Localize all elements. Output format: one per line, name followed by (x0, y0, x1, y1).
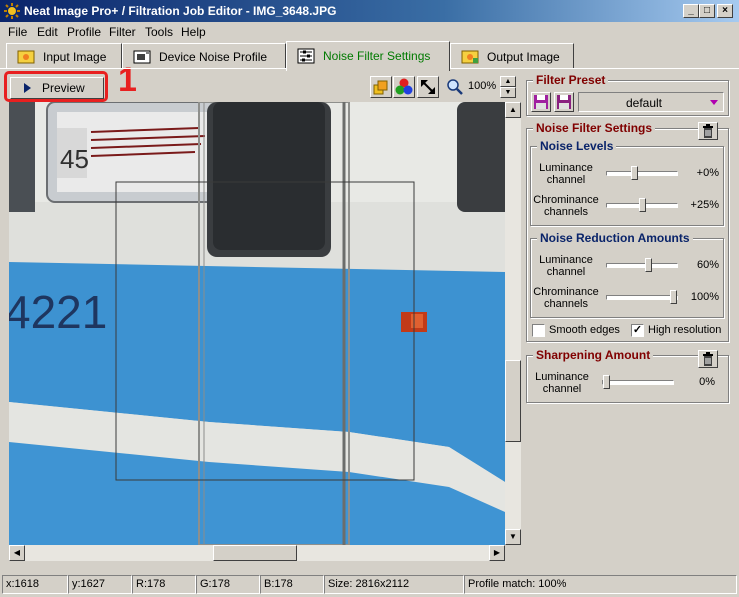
tab-device-noise-profile[interactable]: Device Noise Profile (122, 43, 286, 69)
smooth-edges-label: Smooth edges (549, 324, 620, 336)
tab-input-image-label: Input Image (43, 50, 107, 64)
output-image-icon (461, 50, 479, 64)
vertical-scroll-thumb[interactable] (505, 360, 521, 442)
noise-levels-luminance-value: +0% (696, 167, 719, 179)
chevron-down-icon (710, 100, 718, 105)
tab-device-noise-profile-label: Device Noise Profile (159, 50, 268, 64)
annotation-highlight-box (4, 71, 108, 102)
scroll-left-icon[interactable]: ◀ (9, 545, 25, 561)
image-viewport[interactable]: 45 4221 (9, 102, 505, 545)
load-preset-button[interactable] (531, 92, 551, 112)
save-preset-button[interactable] (554, 92, 574, 112)
scroll-right-icon[interactable]: ▶ (489, 545, 505, 561)
slider-thumb[interactable] (639, 198, 646, 212)
image-icon (17, 50, 35, 64)
noise-reduction-title: Noise Reduction Amounts (537, 231, 693, 245)
tab-noise-filter-settings[interactable]: Noise Filter Settings (286, 41, 450, 71)
route-number: 45 (60, 144, 89, 174)
status-bar: x:1618 y:1627 R:178 G:178 B:178 Size: 28… (0, 572, 739, 597)
noise-filter-settings-title: Noise Filter Settings (533, 121, 656, 135)
status-size: Size: 2816x2112 (324, 575, 464, 594)
minimize-button[interactable]: _ (683, 4, 699, 18)
layers-button[interactable] (370, 76, 392, 98)
vertical-scrollbar[interactable]: ▲ ▼ (505, 102, 521, 545)
app-logo-icon (4, 3, 20, 19)
status-g: G:178 (196, 575, 260, 594)
maximize-button[interactable]: □ (699, 4, 715, 18)
noise-reduction-chrominance-value: 100% (690, 291, 719, 303)
noise-reduction-chrominance-label: Chrominance channels (533, 286, 599, 310)
filter-preset-title: Filter Preset (533, 73, 609, 87)
sharpening-title: Sharpening Amount (533, 348, 654, 362)
color-channels-button[interactable] (393, 76, 415, 98)
color-channels-icon (395, 78, 413, 95)
status-x: x:1618 (2, 575, 68, 594)
status-b: B:178 (260, 575, 324, 594)
slider-thumb[interactable] (631, 166, 638, 180)
noise-reduction-luminance-slider[interactable] (606, 258, 678, 272)
preset-dropdown[interactable]: default (578, 92, 724, 112)
resize-arrow-icon (421, 80, 435, 94)
trash-icon (703, 124, 713, 138)
fit-to-window-button[interactable] (417, 76, 439, 98)
car-number: 4221 (9, 286, 107, 338)
status-r: R:178 (132, 575, 196, 594)
reset-sharpening-button[interactable] (698, 350, 718, 368)
tab-input-image[interactable]: Input Image (6, 43, 122, 69)
noise-levels-chrominance-label: Chrominance channels (533, 194, 599, 218)
menu-tools[interactable]: Tools (145, 25, 173, 39)
window-title: Neat Image Pro+ / Filtration Job Editor … (24, 4, 337, 18)
smooth-edges-checkbox[interactable] (532, 324, 545, 337)
menu-file[interactable]: File (8, 25, 27, 39)
high-resolution-checkbox[interactable]: ✓ (631, 324, 644, 337)
horizontal-scrollbar[interactable]: ◀ ▶ (9, 545, 505, 561)
close-button[interactable]: × (717, 4, 733, 18)
sharpening-luminance-slider[interactable] (602, 375, 674, 389)
menu-profile[interactable]: Profile (67, 25, 101, 39)
title-bar: Neat Image Pro+ / Filtration Job Editor … (0, 0, 739, 22)
scroll-down-icon[interactable]: ▼ (505, 529, 521, 545)
noise-levels-luminance-label: Luminance channel (539, 162, 593, 186)
sharpening-luminance-label: Luminance channel (535, 371, 589, 395)
zoom-down-icon[interactable]: ▼ (500, 87, 516, 98)
menu-filter[interactable]: Filter (109, 25, 136, 39)
horizontal-scroll-thumb[interactable] (213, 545, 297, 561)
slider-thumb[interactable] (603, 375, 610, 389)
noise-levels-title: Noise Levels (537, 139, 617, 153)
tab-output-image[interactable]: Output Image (450, 43, 574, 69)
slider-thumb[interactable] (670, 290, 677, 304)
high-resolution-label: High resolution (648, 324, 722, 336)
sharpening-luminance-value: 0% (699, 376, 715, 388)
tab-output-image-label: Output Image (487, 50, 560, 64)
noise-levels-luminance-slider[interactable] (606, 166, 678, 180)
status-y: y:1627 (68, 575, 132, 594)
noise-reduction-luminance-label: Luminance channel (539, 254, 593, 278)
reset-noise-filter-button[interactable] (698, 122, 718, 140)
zoom-up-icon[interactable]: ▲ (500, 76, 516, 87)
noise-reduction-chrominance-slider[interactable] (606, 290, 678, 304)
slider-thumb[interactable] (645, 258, 652, 272)
layers-icon (373, 80, 388, 95)
floppy-load-icon (534, 95, 548, 109)
scroll-up-icon[interactable]: ▲ (505, 102, 521, 118)
zoom-icon[interactable] (446, 78, 464, 96)
zoom-level: 100% (468, 80, 497, 92)
noise-levels-chrominance-slider[interactable] (606, 198, 678, 212)
zoom-spinner[interactable]: ▲ ▼ (500, 76, 516, 98)
filter-settings-icon (297, 48, 315, 64)
tram-photo: 45 4221 (9, 102, 505, 545)
noise-levels-chrominance-value: +25% (690, 199, 719, 211)
floppy-save-icon (557, 95, 571, 109)
menu-bar: File Edit Profile Filter Tools Help (0, 22, 739, 42)
menu-help[interactable]: Help (181, 25, 206, 39)
menu-edit[interactable]: Edit (37, 25, 58, 39)
trash-icon (703, 352, 713, 366)
noise-reduction-luminance-value: 60% (696, 259, 719, 271)
preset-selected-value: default (625, 96, 663, 110)
status-profile-match: Profile match: 100% (464, 575, 737, 594)
tab-noise-filter-settings-label: Noise Filter Settings (323, 49, 431, 63)
